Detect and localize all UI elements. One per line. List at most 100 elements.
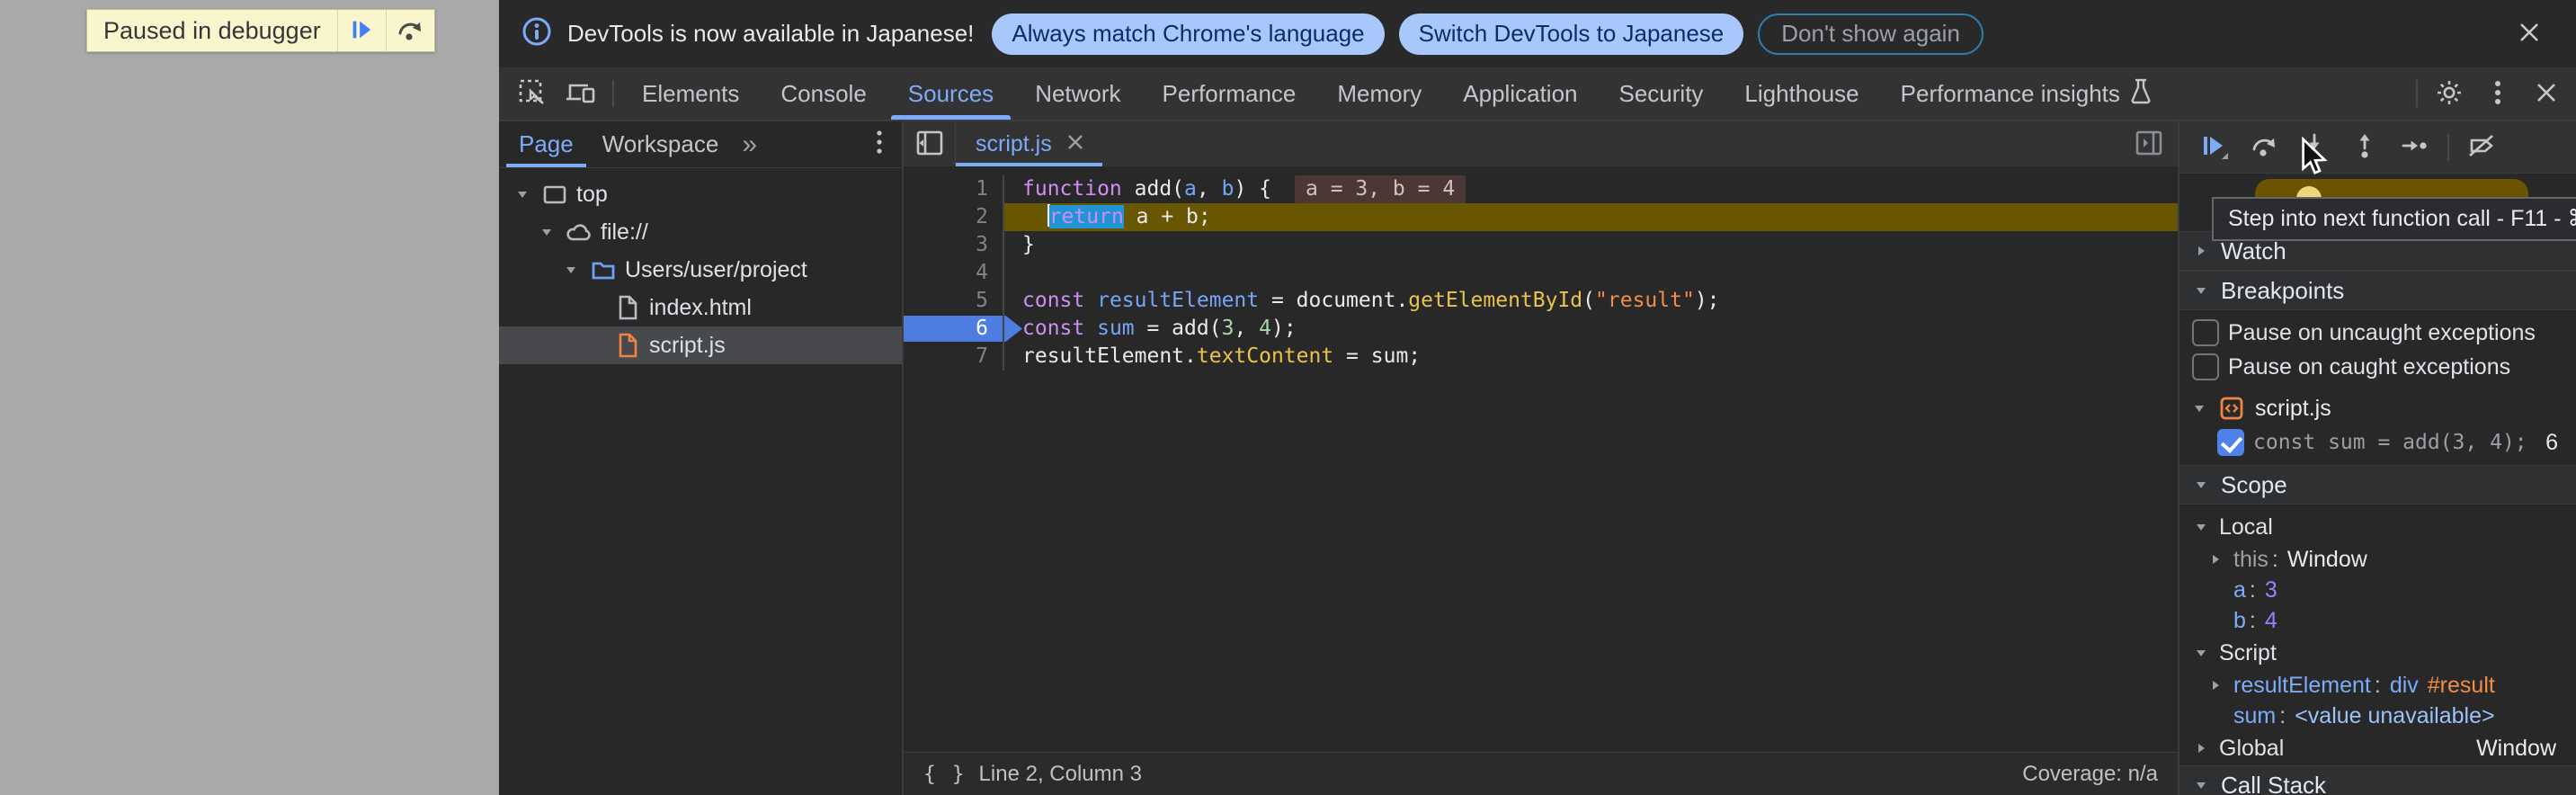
exception-option[interactable]: Pause on uncaught exceptions bbox=[2179, 316, 2576, 350]
step-button[interactable] bbox=[2390, 121, 2440, 173]
line-number[interactable]: 2 bbox=[904, 203, 1004, 231]
scope-var-name: this bbox=[2233, 547, 2268, 573]
step-over-button[interactable] bbox=[386, 10, 434, 51]
tab-console[interactable]: Console bbox=[760, 67, 887, 120]
switch-to-japanese-button[interactable]: Switch DevTools to Japanese bbox=[1399, 13, 1744, 55]
tab-label: Performance insights bbox=[1901, 80, 2120, 108]
scope-entry-this[interactable]: this: Window bbox=[2179, 544, 2576, 575]
chevron-right-icon bbox=[2206, 679, 2224, 692]
scope-group-local[interactable]: Local bbox=[2179, 510, 2576, 544]
tree-item-file-[interactable]: file:// bbox=[499, 213, 902, 251]
checkbox[interactable] bbox=[2192, 353, 2219, 380]
breakpoint-file-group[interactable]: script.js bbox=[2179, 391, 2576, 425]
scope-entry-b[interactable]: b: 4 bbox=[2179, 605, 2576, 636]
scope-entry-sum[interactable]: sum: <value unavailable> bbox=[2179, 701, 2576, 731]
more-tabs-button[interactable]: » bbox=[733, 121, 766, 167]
tree-item-top[interactable]: top bbox=[499, 175, 902, 213]
line-number[interactable]: 3 bbox=[904, 231, 1004, 259]
step-over-button[interactable] bbox=[2239, 121, 2289, 173]
scope-colon: : bbox=[2250, 608, 2256, 634]
resume-button[interactable] bbox=[2188, 121, 2239, 173]
tab-page[interactable]: Page bbox=[504, 121, 588, 167]
editor-tab-scriptjs[interactable]: script.js bbox=[956, 121, 1102, 166]
section-breakpoints[interactable]: Breakpoints bbox=[2179, 271, 2576, 310]
scope-group-global[interactable]: GlobalWindow bbox=[2179, 731, 2576, 765]
tab-workspace[interactable]: Workspace bbox=[588, 121, 734, 167]
tree-item-users-user-project[interactable]: Users/user/project bbox=[499, 251, 902, 289]
code-token: 3 bbox=[1222, 317, 1235, 340]
scope-var-value: 4 bbox=[2265, 608, 2277, 634]
close-icon[interactable] bbox=[1065, 131, 1086, 157]
checkbox[interactable] bbox=[2192, 319, 2219, 346]
chevron-down-icon bbox=[560, 264, 582, 276]
pretty-print-icon: { } bbox=[923, 763, 967, 786]
expand-right-panel-icon bbox=[2133, 127, 2165, 162]
code-line-content[interactable]: } bbox=[1004, 231, 2178, 259]
dont-show-again-button[interactable]: Don't show again bbox=[1758, 13, 1983, 55]
code-line-content[interactable]: const resultElement = document.getElemen… bbox=[1004, 287, 2178, 315]
tab-performance[interactable]: Performance bbox=[1142, 67, 1317, 120]
more-options-button[interactable] bbox=[2473, 67, 2522, 120]
scope-group-script[interactable]: Script bbox=[2179, 636, 2576, 670]
tab-elements[interactable]: Elements bbox=[621, 67, 760, 120]
infobar-close-button[interactable] bbox=[2504, 9, 2554, 59]
code-token: ); bbox=[1271, 317, 1297, 340]
always-match-language-button[interactable]: Always match Chrome's language bbox=[992, 13, 1384, 55]
tab-lighthouse[interactable]: Lighthouse bbox=[1724, 67, 1879, 120]
code-token: = document. bbox=[1259, 289, 1408, 312]
tree-item-label: Users/user/project bbox=[625, 257, 807, 283]
inspect-element-button[interactable] bbox=[508, 67, 557, 120]
step-into-button[interactable] bbox=[2289, 121, 2340, 173]
code-line-content[interactable]: return a + b; bbox=[1004, 203, 2178, 231]
code-line-content[interactable]: resultElement.textContent = sum; bbox=[1004, 343, 2178, 371]
devtools-close-button[interactable] bbox=[2522, 67, 2571, 120]
scope-group-label: Script bbox=[2219, 640, 2277, 666]
line-number[interactable]: 1 bbox=[904, 175, 1004, 203]
tree-item-script-js[interactable]: script.js bbox=[499, 326, 902, 364]
code-token: ) { bbox=[1234, 177, 1271, 201]
code-line-content[interactable] bbox=[1004, 259, 2178, 287]
step-out-button[interactable] bbox=[2340, 121, 2390, 173]
exception-option[interactable]: Pause on caught exceptions bbox=[2179, 350, 2576, 384]
navigator-menu-button[interactable] bbox=[857, 121, 902, 167]
file-js-icon bbox=[613, 331, 642, 360]
breakpoint-entry[interactable]: const sum = add(3, 4);6 bbox=[2179, 425, 2576, 460]
scope-var-value: Window bbox=[2287, 547, 2367, 573]
paused-in-debugger-banner: Paused in debugger bbox=[86, 9, 435, 52]
section-label: Breakpoints bbox=[2221, 277, 2344, 305]
chevron-down-icon bbox=[2192, 284, 2210, 297]
line-number[interactable]: 4 bbox=[904, 259, 1004, 287]
tab-memory[interactable]: Memory bbox=[1316, 67, 1442, 120]
tab-performance-insights[interactable]: Performance insights bbox=[1880, 67, 2173, 120]
section-scope[interactable]: Scope bbox=[2179, 465, 2576, 505]
line-number[interactable]: 5 bbox=[904, 287, 1004, 315]
tab-network[interactable]: Network bbox=[1014, 67, 1141, 120]
tab-security[interactable]: Security bbox=[1599, 67, 1725, 120]
screen: Paused in debugger DevTools is now avail… bbox=[0, 0, 2576, 795]
language-infobar: DevTools is now available in Japanese! A… bbox=[499, 0, 2576, 67]
line-number[interactable]: 6 bbox=[904, 315, 1004, 343]
section-call-stack[interactable]: Call Stack bbox=[2179, 765, 2576, 795]
chevron-down-icon bbox=[2192, 647, 2210, 659]
tab-sources[interactable]: Sources bbox=[887, 67, 1014, 120]
deactivate-breakpoints-button[interactable] bbox=[2456, 121, 2507, 173]
code-line-content[interactable]: function add(a, b) {a = 3, b = 4 bbox=[1004, 175, 2178, 203]
resume-script-button[interactable] bbox=[337, 10, 386, 51]
scope-entry-a[interactable]: a: 3 bbox=[2179, 575, 2576, 605]
scope-var-value: #result bbox=[2428, 673, 2495, 699]
code-token: "result" bbox=[1595, 289, 1695, 312]
tree-item-index-html[interactable]: index.html bbox=[499, 289, 902, 326]
toggle-device-toolbar-button[interactable] bbox=[557, 67, 605, 120]
code-token: ( bbox=[1582, 289, 1595, 312]
scope-entry-resultElement[interactable]: resultElement: div#result bbox=[2179, 670, 2576, 701]
toggle-debugger-pane-button[interactable] bbox=[2120, 121, 2178, 166]
resume-icon bbox=[2197, 130, 2230, 165]
line-number[interactable]: 7 bbox=[904, 343, 1004, 371]
checkbox[interactable] bbox=[2217, 429, 2244, 456]
settings-button[interactable] bbox=[2425, 67, 2473, 120]
toggle-navigator-button[interactable] bbox=[904, 121, 956, 166]
section-label: Call Stack bbox=[2221, 772, 2326, 795]
tab-application[interactable]: Application bbox=[1442, 67, 1598, 120]
code-line-content[interactable]: const sum = add(3, 4); bbox=[1004, 315, 2178, 343]
code-editor-area[interactable]: 1function add(a, b) {a = 3, b = 42 retur… bbox=[904, 166, 2178, 752]
